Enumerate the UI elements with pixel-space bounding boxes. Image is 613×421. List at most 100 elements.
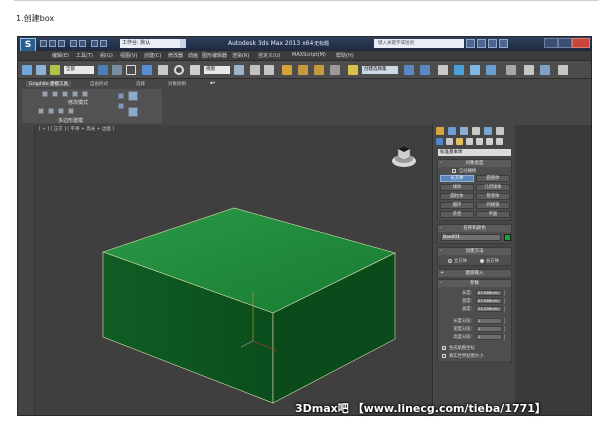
cone-button[interactable]: 圆锥体	[476, 175, 510, 182]
menu-create[interactable]: 创建(C)	[144, 52, 161, 59]
named-selection-select[interactable]: 创建选择集	[362, 66, 398, 74]
help-icon[interactable]	[499, 39, 508, 48]
move-icon[interactable]	[158, 65, 168, 75]
collapse-icon[interactable]: -	[440, 248, 442, 255]
collapse-icon[interactable]: -	[440, 225, 442, 232]
space-warps-icon[interactable]	[486, 138, 493, 145]
schematic-view-icon[interactable]	[486, 65, 496, 75]
reference-coordinate-select[interactable]: 视图	[204, 66, 230, 74]
tab-selection[interactable]: 选择	[136, 81, 145, 87]
height-spinner[interactable]	[504, 306, 508, 312]
preserve-uvs-icon[interactable]	[68, 108, 74, 114]
autogrid-checkbox[interactable]	[452, 169, 456, 173]
selection-filter-select[interactable]: 全部	[64, 66, 94, 74]
maximize-button[interactable]	[558, 38, 572, 48]
perspective-viewport[interactable]: [ + ] [ 正交 ] [ 平滑 + 高光 + 边面 ]	[35, 125, 433, 415]
rotate-icon[interactable]	[174, 65, 184, 75]
length-segs-spinner[interactable]	[504, 318, 508, 324]
expand-icon[interactable]: +	[440, 270, 444, 277]
lights-icon[interactable]	[456, 138, 463, 145]
create-tab-icon[interactable]	[436, 127, 444, 135]
box-button[interactable]: 长方体	[440, 175, 474, 182]
pyramid-button[interactable]: 四棱锥	[476, 202, 510, 209]
utilities-tab-icon[interactable]	[496, 127, 504, 135]
rectangular-selection-icon[interactable]	[126, 65, 136, 75]
polygon-icon[interactable]	[48, 108, 54, 114]
category-select[interactable]: 标准基本体	[438, 149, 511, 156]
teapot-button[interactable]: 茶壶	[440, 211, 474, 218]
object-name-field[interactable]: Box001	[441, 234, 501, 241]
new-icon[interactable]	[40, 40, 47, 47]
name-color-header[interactable]: 名称和颜色	[438, 225, 511, 232]
width-input[interactable]: 83.968mm	[476, 298, 502, 304]
menu-modifiers[interactable]: 修改器	[168, 52, 183, 59]
render-production-icon[interactable]	[558, 65, 568, 75]
helpers-icon[interactable]	[476, 138, 483, 145]
layer-manager-icon[interactable]	[438, 65, 448, 75]
pin-stack-icon[interactable]	[128, 107, 138, 117]
tab-graphite-modeling[interactable]: Graphite 建模工具	[26, 81, 72, 87]
shapes-icon[interactable]	[446, 138, 453, 145]
gen-uv-checkbox[interactable]: ✓	[442, 346, 446, 351]
snaps-toggle-icon[interactable]	[282, 65, 292, 75]
material-editor-icon[interactable]	[506, 65, 516, 75]
height-input[interactable]: 24.296mm	[476, 306, 502, 312]
save-icon[interactable]	[58, 40, 65, 47]
height-segs-input[interactable]: 1	[476, 334, 502, 340]
tube-button[interactable]: 管状体	[476, 193, 510, 200]
creation-method-header[interactable]: 创建方法	[438, 248, 511, 255]
redo-icon[interactable]	[79, 40, 86, 47]
collapse-icon[interactable]: -	[440, 160, 442, 167]
graphite-toggle-icon[interactable]	[454, 65, 464, 75]
hierarchy-tab-icon[interactable]	[460, 127, 468, 135]
length-spinner[interactable]	[504, 290, 508, 296]
app-logo-button[interactable]: S	[20, 38, 36, 52]
menu-group[interactable]: 组(G)	[100, 52, 113, 59]
show-end-result-icon[interactable]	[128, 91, 138, 101]
object-type-header[interactable]: 对象类型	[438, 160, 511, 167]
project-folder-icon[interactable]	[91, 40, 98, 47]
link-icon[interactable]	[22, 65, 32, 75]
favorites-icon[interactable]	[488, 39, 497, 48]
geosphere-button[interactable]: 几何球体	[476, 184, 510, 191]
viewcube-icon[interactable]	[390, 143, 418, 169]
search-input[interactable]: 键入关键字或短语	[374, 39, 464, 48]
menu-customize[interactable]: 自定义(U)	[258, 52, 281, 59]
mirror-icon[interactable]	[404, 65, 414, 75]
menu-tools[interactable]: 工具(T)	[76, 52, 93, 59]
edit-named-selection-icon[interactable]	[348, 65, 358, 75]
menu-help[interactable]: 帮助(H)	[336, 52, 354, 59]
modify-stack-next-icon[interactable]	[52, 91, 58, 97]
modify-tab-icon[interactable]	[448, 127, 456, 135]
menu-edit[interactable]: 编辑(E)	[52, 52, 69, 59]
select-manipulate-icon[interactable]	[250, 65, 260, 75]
bind-space-warp-icon[interactable]	[50, 65, 60, 75]
width-segs-spinner[interactable]	[504, 326, 508, 332]
percent-snap-icon[interactable]	[314, 65, 324, 75]
modify-stack-prev-icon[interactable]	[42, 91, 48, 97]
tab-object-paint[interactable]: 对象绘制	[168, 81, 186, 87]
width-segs-input[interactable]: 1	[476, 326, 502, 332]
render-setup-icon[interactable]	[524, 65, 534, 75]
geometry-icon[interactable]	[436, 138, 443, 145]
plane-button[interactable]: 平面	[476, 211, 510, 218]
length-segs-input[interactable]: 1	[476, 318, 502, 324]
systems-icon[interactable]	[496, 138, 503, 145]
undo-icon[interactable]	[70, 40, 77, 47]
ribbon-options-icon[interactable]: ▪▾	[210, 81, 215, 86]
parameters-header[interactable]: 参数	[438, 280, 511, 287]
align-icon[interactable]	[420, 65, 430, 75]
angle-snap-icon[interactable]	[298, 65, 308, 75]
minimize-button[interactable]	[544, 38, 558, 48]
cube-radio[interactable]	[448, 259, 452, 263]
menu-animation[interactable]: 动画	[188, 52, 198, 59]
window-crossing-icon[interactable]	[142, 65, 152, 75]
menu-maxscript[interactable]: MAXScript(M)	[292, 52, 326, 58]
element-icon[interactable]	[58, 108, 64, 114]
cylinder-button[interactable]: 圆柱体	[440, 193, 474, 200]
real-world-checkbox[interactable]	[442, 354, 446, 358]
rendered-frame-icon[interactable]	[540, 65, 550, 75]
chevron-down-icon[interactable]	[180, 39, 186, 48]
vertex-icon[interactable]	[72, 91, 78, 97]
keyboard-entry-header[interactable]: 键盘输入	[438, 270, 511, 277]
